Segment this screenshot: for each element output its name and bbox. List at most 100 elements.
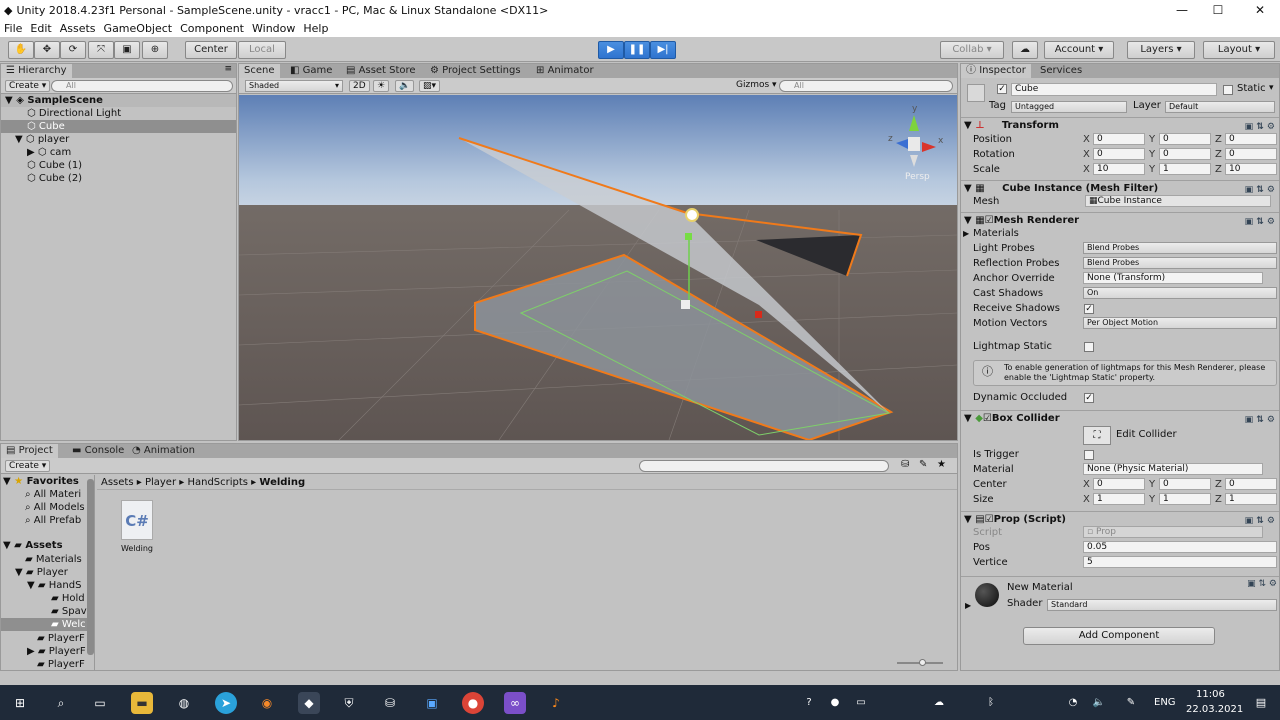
mesh-renderer-checkbox[interactable]: ☑ xyxy=(985,215,994,226)
tab-services[interactable]: Services xyxy=(1035,64,1087,78)
scene-search-input[interactable]: All xyxy=(779,80,953,92)
size-x-field[interactable]: 1 xyxy=(1093,493,1145,505)
scene-root[interactable]: ▼ ◈ SampleScene xyxy=(1,94,236,107)
component-menu-icon[interactable]: ▣ ⇅ ⚙ xyxy=(1245,413,1275,428)
menu-help[interactable]: Help xyxy=(303,22,328,35)
box-collider-checkbox[interactable]: ☑ xyxy=(983,413,992,424)
vertice-field[interactable]: 5 xyxy=(1083,556,1277,568)
pos-field[interactable]: 0.05 xyxy=(1083,541,1277,553)
hierarchy-item[interactable]: ▶ ⬡ cam xyxy=(1,146,236,159)
folder-item[interactable]: ▼ ▰ HandS xyxy=(27,579,81,592)
icon-size-slider[interactable] xyxy=(897,659,943,666)
light-probes-dropdown[interactable]: Blend Probes xyxy=(1083,242,1277,254)
chrome-icon[interactable]: ● xyxy=(462,692,484,714)
hand-tool-button[interactable]: ✋ xyxy=(8,41,34,59)
position-z-field[interactable]: 0 xyxy=(1225,133,1277,145)
tab-hierarchy[interactable]: ☰ Hierarchy xyxy=(1,64,72,78)
prop-script-checkbox[interactable]: ☑ xyxy=(985,514,994,525)
rotation-y-field[interactable]: 0 xyxy=(1159,148,1211,160)
layer-dropdown[interactable]: Default xyxy=(1165,101,1275,113)
project-create-button[interactable]: Create ▾ xyxy=(5,460,51,472)
filter-type-icon[interactable]: ⛁ xyxy=(901,459,909,470)
menu-gameobject[interactable]: GameObject xyxy=(104,22,173,35)
telegram-icon[interactable]: ➤ xyxy=(215,692,237,714)
folder-item[interactable]: ▼ ▰ Player xyxy=(15,566,68,579)
scale-y-field[interactable]: 1 xyxy=(1159,163,1211,175)
object-name-field[interactable]: Cube xyxy=(1011,83,1217,96)
mesh-field[interactable]: ▦Cube Instance xyxy=(1085,195,1271,207)
minimize-button[interactable]: — xyxy=(1164,0,1200,20)
is-trigger-checkbox[interactable] xyxy=(1084,450,1094,460)
dynamic-occluded-checkbox[interactable]: ✓ xyxy=(1084,393,1094,403)
position-x-field[interactable]: 0 xyxy=(1093,133,1145,145)
tab-project[interactable]: ▤ Project xyxy=(1,444,58,458)
cloud-button[interactable]: ☁ xyxy=(1012,41,1038,59)
static-checkbox[interactable] xyxy=(1223,85,1233,95)
receive-shadows-checkbox[interactable]: ✓ xyxy=(1084,304,1094,314)
hierarchy-item-selected[interactable]: ⬡ Cube xyxy=(1,120,236,133)
motion-vectors-dropdown[interactable]: Per Object Motion xyxy=(1083,317,1277,329)
effects-toggle-icon[interactable]: ▨▾ xyxy=(419,80,441,92)
store-icon[interactable]: ▣ xyxy=(421,692,443,714)
position-y-field[interactable]: 0 xyxy=(1159,133,1211,145)
panel-menu-icon[interactable]: ≡ xyxy=(224,64,232,74)
gizmos-dropdown[interactable]: Gizmos ▾ xyxy=(733,80,780,92)
folder-item-selected[interactable]: ▰ Welc xyxy=(1,618,87,631)
account-dropdown[interactable]: Account ▾ xyxy=(1044,41,1114,59)
asset-file[interactable]: C# Welding xyxy=(115,500,159,562)
help-tray-icon[interactable]: ? xyxy=(798,692,820,714)
active-checkbox[interactable]: ✓ xyxy=(997,84,1007,94)
search-icon[interactable]: ⌕ xyxy=(50,692,72,714)
collab-button[interactable]: Collab ▾ xyxy=(940,41,1004,59)
favorite-item[interactable]: ⌕ All Models xyxy=(25,501,85,514)
steam-icon[interactable]: ◍ xyxy=(173,692,195,714)
breadcrumb-item[interactable]: Assets xyxy=(101,477,134,488)
box-collider-header[interactable]: ▼ ◆☑Box Collider ▣ ⇅ ⚙ xyxy=(961,410,1279,426)
bluetooth-tray-icon[interactable]: ᛒ xyxy=(980,692,1002,714)
pivot-local-button[interactable]: Local xyxy=(238,41,286,59)
file-explorer-icon[interactable]: ▬ xyxy=(131,692,153,714)
materials-row[interactable]: ▶ Materials xyxy=(961,226,1279,241)
hierarchy-item[interactable]: ▼ ⬡ player xyxy=(1,133,236,146)
tab-animator[interactable]: ⊞ Animator xyxy=(531,64,599,78)
breadcrumb-item[interactable]: HandScripts xyxy=(187,477,248,488)
windows-start-icon[interactable]: ⊞ xyxy=(9,692,31,714)
folder-item[interactable]: ▶ ▰ PlayerF xyxy=(27,645,86,658)
folder-item[interactable]: ▰ Materials xyxy=(25,553,82,566)
hierarchy-item[interactable]: ⬡ Cube (2) xyxy=(1,172,236,185)
folder-item[interactable]: ▰ PlayerF xyxy=(37,632,85,645)
anchor-override-field[interactable]: None (Transform) xyxy=(1083,272,1263,284)
scale-x-field[interactable]: 10 xyxy=(1093,163,1145,175)
shield-icon[interactable]: ⛨ xyxy=(338,692,360,714)
lighting-toggle-icon[interactable]: ☀ xyxy=(373,80,390,92)
menu-assets[interactable]: Assets xyxy=(60,22,96,35)
battery-tray-icon[interactable]: ▭ xyxy=(850,692,872,714)
transform-tool-button[interactable]: ⊕ xyxy=(142,41,168,59)
volume-tray-icon[interactable]: 🔈 xyxy=(1088,692,1110,714)
step-button[interactable]: ▶| xyxy=(650,41,676,59)
pause-button[interactable]: ❚❚ xyxy=(624,41,650,59)
tab-console[interactable]: ▬ Console xyxy=(67,444,129,458)
rotation-z-field[interactable]: 0 xyxy=(1225,148,1277,160)
reflection-probes-dropdown[interactable]: Blend Probes xyxy=(1083,257,1277,269)
clock-time[interactable]: 11:06 xyxy=(1196,689,1225,700)
size-z-field[interactable]: 1 xyxy=(1225,493,1277,505)
project-search-input[interactable] xyxy=(639,460,889,472)
network-tray-icon[interactable]: ☁ xyxy=(928,692,950,714)
folder-item[interactable]: ▰ Hold xyxy=(51,592,85,605)
component-menu-icon[interactable]: ▣ ⇅ ⚙ xyxy=(1247,579,1277,589)
projection-label[interactable]: Persp xyxy=(905,172,930,182)
play-button[interactable]: ▶ xyxy=(598,41,624,59)
scale-z-field[interactable]: 10 xyxy=(1225,163,1277,175)
assets-header[interactable]: ▼ ▰ Assets xyxy=(3,539,63,552)
favorite-item[interactable]: ⌕ All Prefab xyxy=(25,514,81,527)
close-button[interactable]: ✕ xyxy=(1242,0,1278,20)
shader-dropdown[interactable]: Standard xyxy=(1047,599,1277,611)
add-component-button[interactable]: Add Component xyxy=(1023,627,1215,645)
notifications-icon[interactable]: ▤ xyxy=(1250,692,1272,714)
database-icon[interactable]: ⛁ xyxy=(379,692,401,714)
size-y-field[interactable]: 1 xyxy=(1159,493,1211,505)
tab-game[interactable]: ◧ Game xyxy=(285,64,337,78)
lightmap-static-checkbox[interactable] xyxy=(1084,342,1094,352)
menu-window[interactable]: Window xyxy=(252,22,295,35)
